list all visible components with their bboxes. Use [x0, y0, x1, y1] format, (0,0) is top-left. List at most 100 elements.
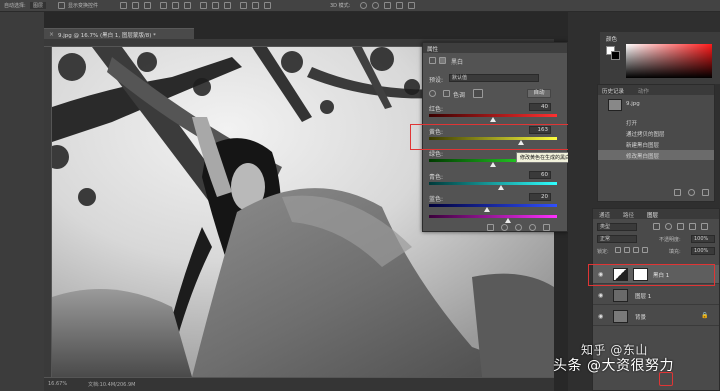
magenta-slider-track[interactable]	[429, 215, 557, 218]
trash-icon[interactable]	[702, 189, 709, 196]
history-item-selected[interactable]: 修改黑白图层	[598, 150, 714, 160]
cyan-slider-thumb[interactable]	[497, 185, 504, 190]
zoom-level[interactable]: 16.67%	[48, 381, 67, 387]
view-previous-icon[interactable]	[501, 224, 508, 231]
tint-color-swatch[interactable]	[473, 89, 483, 98]
tab-layers[interactable]: 图层	[647, 211, 658, 219]
mask-icon[interactable]	[439, 57, 446, 64]
opacity-input[interactable]: 100%	[691, 235, 715, 243]
auto-select-dropdown[interactable]: 图层	[30, 2, 47, 9]
eye-icon[interactable]: ◉	[598, 292, 603, 299]
slide-3d-icon[interactable]	[396, 2, 403, 9]
eye-icon[interactable]: ◉	[598, 313, 603, 320]
align-top-icon[interactable]	[160, 2, 167, 9]
doc-size: 文档:10.4M/206.9M	[88, 382, 136, 388]
color-tab[interactable]: 颜色	[606, 35, 617, 43]
auto-button[interactable]: 自动	[527, 89, 551, 98]
cyan-label: 青色:	[429, 174, 444, 181]
blue-value[interactable]: 20	[529, 193, 551, 201]
fill-label: 填充:	[669, 249, 681, 255]
ruler-vertical[interactable]	[44, 47, 52, 377]
history-item[interactable]: 打开	[598, 117, 714, 127]
preset-dropdown[interactable]: 默认值	[449, 74, 539, 82]
clip-to-layer-icon[interactable]	[487, 224, 494, 231]
distribute-icon[interactable]	[240, 2, 247, 9]
kind-filter-dropdown[interactable]: 类型	[597, 223, 637, 231]
fill-input[interactable]: 100%	[691, 247, 715, 255]
properties-title-bar[interactable]: 属性	[423, 43, 567, 53]
scale-3d-icon[interactable]	[408, 2, 415, 9]
distribute-icon[interactable]	[212, 2, 219, 9]
roll-3d-icon[interactable]	[372, 2, 379, 9]
filter-pixel-icon[interactable]	[653, 223, 660, 230]
tab-channels[interactable]: 通道	[599, 211, 610, 219]
history-item-label: 打开	[626, 121, 638, 127]
close-icon[interactable]: ×	[49, 31, 54, 38]
document-title: 9.jpg @ 16.7% (黑白 1, 图层蒙版/8) *	[58, 33, 156, 39]
pan-3d-icon[interactable]	[384, 2, 391, 9]
snapshot-name: 9.jpg	[626, 101, 640, 107]
align-middle-icon[interactable]	[172, 2, 179, 9]
tab-paths[interactable]: 路径	[623, 211, 634, 219]
orbit-3d-icon[interactable]	[360, 2, 367, 9]
lock-transparent-icon[interactable]	[615, 247, 621, 253]
tint-checkbox[interactable]	[443, 90, 450, 97]
color-spectrum-picker[interactable]	[626, 44, 712, 78]
magenta-slider-thumb[interactable]	[505, 218, 512, 223]
history-item-label: 通过拷贝的图层	[626, 132, 665, 138]
align-bottom-icon[interactable]	[184, 2, 191, 9]
blue-slider-track[interactable]	[429, 204, 557, 207]
targeted-adjust-icon[interactable]	[429, 90, 436, 97]
show-transform-label: 显示变换控件	[68, 3, 99, 9]
reset-icon[interactable]	[515, 224, 522, 231]
filter-type-icon[interactable]	[677, 223, 684, 230]
new-document-from-state-icon[interactable]	[674, 189, 681, 196]
red-value[interactable]: 40	[529, 103, 551, 111]
show-transform-checkbox[interactable]	[58, 2, 65, 9]
layer-thumbnail	[613, 289, 628, 302]
tab-history[interactable]: 历史记录	[602, 87, 624, 95]
filter-shape-icon[interactable]	[689, 223, 696, 230]
lock-all-icon[interactable]	[642, 247, 648, 253]
watermark-highlight	[659, 372, 673, 386]
history-item[interactable]: 通过拷贝的图层	[598, 128, 714, 138]
distribute-icon[interactable]	[200, 2, 207, 9]
distribute-icon[interactable]	[264, 2, 271, 9]
layer-highlight-box	[588, 264, 715, 286]
history-item-label: 修改黑白图层	[626, 154, 660, 160]
visibility-icon[interactable]	[529, 224, 536, 231]
filter-smart-object-icon[interactable]	[701, 223, 708, 230]
layer-row-layer1[interactable]: ◉ 图层 1	[593, 286, 719, 305]
background-color-swatch[interactable]	[611, 51, 620, 60]
distribute-icon[interactable]	[252, 2, 259, 9]
layer-row-background[interactable]: ◉ 背景 🔒	[593, 307, 719, 326]
history-item[interactable]: 新建黑白图层	[598, 139, 714, 149]
camera-icon[interactable]	[688, 189, 695, 196]
tint-label: 色调	[453, 92, 466, 99]
blend-mode-dropdown[interactable]: 正常	[597, 235, 637, 243]
green-label: 绿色:	[429, 151, 444, 158]
history-tabs: 历史记录 动作	[598, 85, 714, 95]
align-left-icon[interactable]	[120, 2, 127, 9]
history-snapshot[interactable]: 9.jpg	[598, 99, 714, 113]
watermark-secondary: 知乎 @东山	[581, 343, 648, 357]
yellow-highlight-box	[410, 124, 575, 150]
document-tab[interactable]: × 9.jpg @ 16.7% (黑白 1, 图层蒙版/8) *	[44, 28, 194, 39]
adjustment-layer-icon[interactable]	[429, 57, 436, 64]
filter-adjustment-icon[interactable]	[665, 223, 672, 230]
lock-image-icon[interactable]	[624, 247, 630, 253]
align-right-icon[interactable]	[144, 2, 151, 9]
red-slider-thumb[interactable]	[490, 117, 496, 122]
blue-label: 蓝色:	[429, 196, 444, 203]
distribute-icon[interactable]	[224, 2, 231, 9]
trash-icon[interactable]	[543, 224, 550, 231]
align-center-icon[interactable]	[132, 2, 139, 9]
layer-thumbnail	[613, 310, 628, 323]
green-slider-thumb[interactable]	[490, 162, 496, 167]
cyan-slider-track[interactable]	[429, 182, 557, 185]
layer-name: 背景	[635, 315, 647, 321]
cyan-value[interactable]: 60	[529, 171, 551, 179]
blue-slider-thumb[interactable]	[483, 207, 490, 212]
tab-actions[interactable]: 动作	[638, 87, 649, 95]
lock-position-icon[interactable]	[633, 247, 639, 253]
